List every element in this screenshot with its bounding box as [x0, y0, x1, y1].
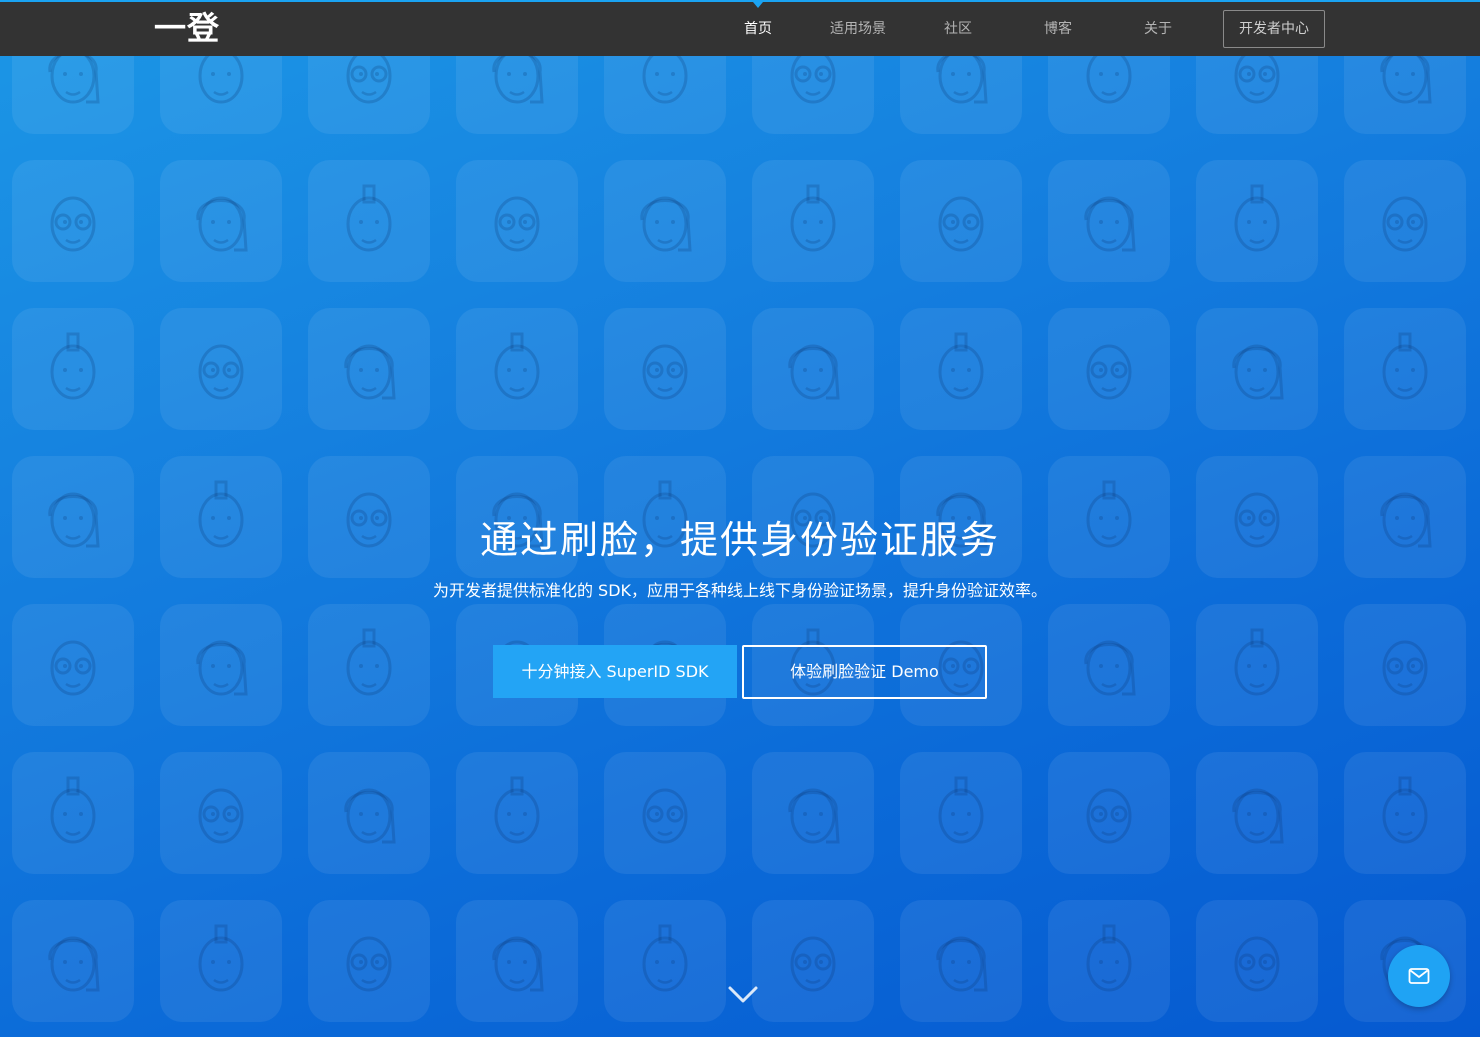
hero-subtitle: 为开发者提供标准化的 SDK，应用于各种线上线下身份验证场景，提升身份验证效率。	[432, 581, 1048, 600]
nav-item-blog-label: 博客	[1044, 21, 1072, 37]
nav-item-home-label: 首页	[744, 21, 772, 37]
nav-item-blog[interactable]: 博客	[1038, 2, 1078, 56]
envelope-icon	[1408, 968, 1430, 984]
top-accent-line	[0, 0, 1480, 2]
active-caret-icon	[753, 2, 763, 8]
logo[interactable]: 一登	[154, 5, 220, 51]
developer-center-button[interactable]: 开发者中心	[1223, 10, 1325, 48]
nav-item-about[interactable]: 关于	[1138, 2, 1178, 56]
hero-section: 通过刷脸，提供身份验证服务 为开发者提供标准化的 SDK，应用于各种线上线下身份…	[0, 0, 1480, 1037]
contact-button[interactable]	[1388, 945, 1450, 1007]
page: 一登 首页 适用场景 社区 博客 关于 开发者中心 通过刷脸，提供身份验证服务 …	[0, 0, 1480, 1037]
chevron-down-icon[interactable]	[727, 982, 759, 1006]
nav-item-community[interactable]: 社区	[938, 2, 978, 56]
integrate-sdk-button[interactable]: 十分钟接入 SuperID SDK	[493, 645, 737, 698]
hero-title: 通过刷脸，提供身份验证服务	[479, 518, 1000, 562]
nav-item-home[interactable]: 首页	[738, 2, 778, 56]
top-navbar: 一登 首页 适用场景 社区 博客 关于 开发者中心	[0, 2, 1480, 56]
nav-item-about-label: 关于	[1144, 21, 1172, 37]
nav-item-scenarios-label: 适用场景	[830, 21, 886, 37]
nav-item-scenarios[interactable]: 适用场景	[826, 2, 890, 56]
nav-item-community-label: 社区	[944, 21, 972, 37]
try-demo-button[interactable]: 体验刷脸验证 Demo	[742, 645, 987, 699]
